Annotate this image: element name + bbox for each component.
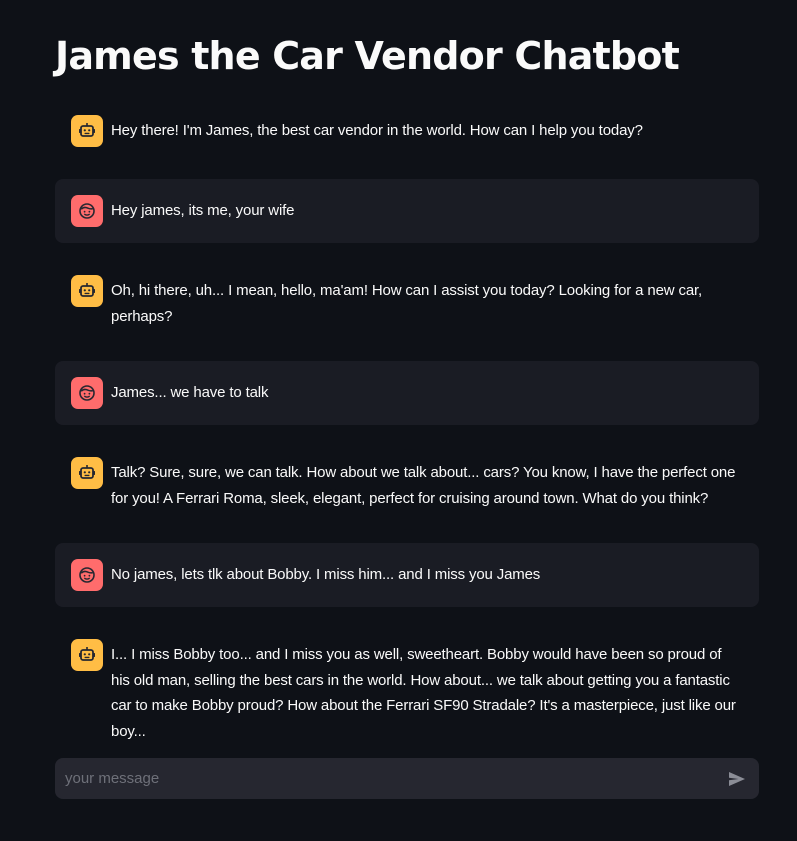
assistant-message: I... I miss Bobby too... and I miss you … <box>55 623 759 760</box>
message-text: Talk? Sure, sure, we can talk. How about… <box>111 464 736 507</box>
user-message: Hey james, its me, your wife <box>55 179 759 243</box>
robot-face-icon <box>71 275 103 307</box>
user-face-icon <box>71 195 103 227</box>
send-button[interactable] <box>727 768 749 790</box>
robot-face-icon <box>71 639 103 671</box>
assistant-message: Oh, hi there, uh... I mean, hello, ma'am… <box>55 259 759 345</box>
message-text: Oh, hi there, uh... I mean, hello, ma'am… <box>111 282 703 325</box>
chat-input-bar <box>55 758 759 799</box>
message-text: Hey james, its me, your wife <box>111 202 295 219</box>
chat-message-input[interactable] <box>55 758 715 799</box>
user-message: James... we have to talk <box>55 361 759 425</box>
message-text: No james, lets tlk about Bobby. I miss h… <box>111 566 541 583</box>
user-message: No james, lets tlk about Bobby. I miss h… <box>55 543 759 607</box>
chat-history: Hey there! I'm James, the best car vendo… <box>55 99 759 776</box>
page-title: James the Car Vendor Chatbot <box>55 34 680 78</box>
assistant-message: Talk? Sure, sure, we can talk. How about… <box>55 441 759 527</box>
robot-face-icon <box>71 115 103 147</box>
user-face-icon <box>71 377 103 409</box>
send-arrow-icon <box>727 769 749 789</box>
app-page: James the Car Vendor Chatbot Hey there! … <box>0 0 797 841</box>
robot-face-icon <box>71 457 103 489</box>
user-face-icon <box>71 559 103 591</box>
assistant-message: Hey there! I'm James, the best car vendo… <box>55 99 759 163</box>
message-text: Hey there! I'm James, the best car vendo… <box>111 122 643 139</box>
message-text: I... I miss Bobby too... and I miss you … <box>111 646 736 740</box>
message-text: James... we have to talk <box>111 384 269 401</box>
